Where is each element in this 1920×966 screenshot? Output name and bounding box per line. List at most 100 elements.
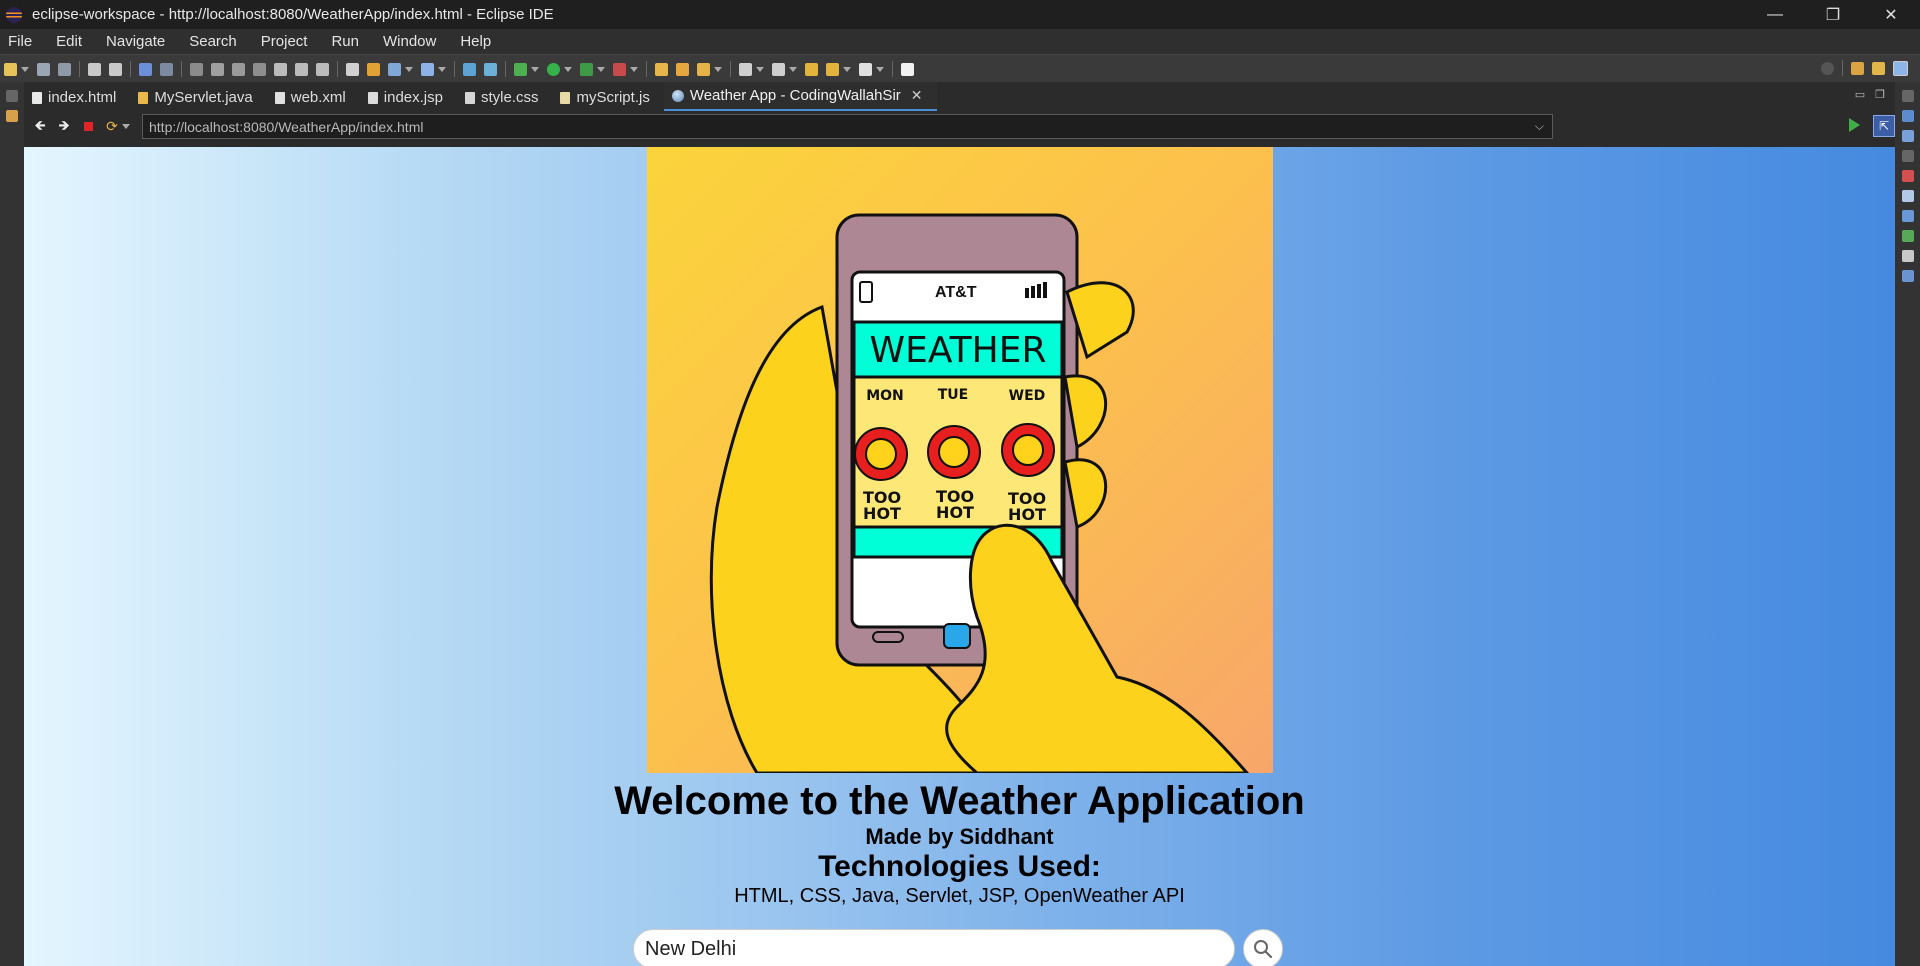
refresh-icon[interactable]: ⟳	[104, 118, 120, 134]
toggle-view-icon[interactable]	[139, 62, 152, 76]
restore-bottom-view-icon[interactable]	[1901, 150, 1914, 162]
menu-file[interactable]: File	[8, 33, 32, 50]
tab-weather-app[interactable]: Weather App - CodingWallahSir ✕	[663, 82, 937, 111]
step-into-icon[interactable]	[274, 62, 287, 76]
step-return-icon[interactable]	[316, 62, 329, 76]
tab-web-xml[interactable]: web.xml	[267, 84, 360, 111]
back-history-dropdown-icon[interactable]	[843, 66, 851, 72]
annotation-dropdown-icon[interactable]	[714, 66, 722, 72]
snippets-view-icon[interactable]	[1901, 250, 1914, 262]
new-icon[interactable]	[4, 62, 17, 76]
globe-icon[interactable]	[463, 62, 476, 76]
coverage-icon[interactable]	[580, 62, 593, 76]
back-history-icon[interactable]	[826, 62, 839, 76]
stop-icon[interactable]	[80, 120, 96, 134]
properties-view-icon[interactable]	[1901, 210, 1914, 222]
resume-icon[interactable]	[190, 62, 203, 76]
save-all-icon[interactable]	[58, 62, 71, 76]
open-type-icon[interactable]	[367, 62, 380, 76]
signal-bar	[1031, 286, 1035, 298]
menu-search[interactable]: Search	[189, 33, 237, 50]
browser-dropdown-icon[interactable]	[438, 66, 446, 72]
url-bar[interactable]: ⌵	[142, 114, 1553, 139]
search-button[interactable]	[1243, 929, 1283, 966]
close-window-button[interactable]: ✕	[1862, 0, 1920, 29]
toolbar-separator	[505, 61, 506, 77]
battery-icon	[859, 281, 873, 303]
web-perspective-icon[interactable]	[1893, 60, 1908, 76]
tab-index-html[interactable]: index.html	[24, 84, 130, 111]
servers-view-icon[interactable]	[1901, 190, 1914, 202]
phone-home-button	[943, 623, 971, 649]
menu-window[interactable]: Window	[383, 33, 436, 50]
run-dropdown-icon[interactable]	[564, 66, 572, 72]
open-perspective-icon[interactable]	[346, 62, 359, 76]
server-icon[interactable]	[388, 62, 401, 76]
step-over-icon[interactable]	[295, 62, 308, 76]
city-search-input[interactable]	[633, 929, 1235, 966]
tab-myservlet-java[interactable]: MyServlet.java	[130, 84, 266, 111]
external-tools-icon[interactable]	[613, 62, 626, 76]
pin-dropdown-icon[interactable]	[756, 66, 764, 72]
web-browser-icon[interactable]	[421, 62, 434, 76]
search-toolbar-icon[interactable]	[1821, 61, 1834, 75]
menu-run[interactable]: Run	[331, 33, 359, 50]
problems-view-icon[interactable]	[1901, 170, 1914, 182]
menu-navigate[interactable]: Navigate	[106, 33, 165, 50]
restore-right-view-icon[interactable]	[1901, 90, 1914, 102]
disconnect-icon[interactable]	[253, 62, 266, 76]
suspend-icon[interactable]	[211, 62, 224, 76]
next-annotation-icon[interactable]	[772, 62, 785, 76]
open-external-browser-icon[interactable]: ⇱	[1873, 115, 1895, 137]
forward-history-dropdown-icon[interactable]	[876, 66, 884, 72]
debug-icon[interactable]	[514, 62, 527, 76]
terminal-icon[interactable]	[901, 62, 914, 76]
tab-style-css[interactable]: style.css	[457, 84, 553, 111]
back-icon[interactable]: 🡸	[32, 117, 48, 134]
day-label-tue: TUE	[938, 387, 968, 403]
open-perspective-button-icon[interactable]	[1851, 61, 1864, 75]
web-service-icon[interactable]	[484, 62, 497, 76]
java-ee-perspective-icon[interactable]	[1872, 61, 1885, 75]
server-dropdown-icon[interactable]	[405, 66, 413, 72]
skip-breakpoints-icon[interactable]	[160, 62, 173, 76]
forward-icon[interactable]: 🡺	[56, 117, 72, 134]
url-history-dropdown-icon[interactable]: ⌵	[1535, 119, 1544, 134]
undo-icon[interactable]	[88, 62, 101, 76]
go-icon[interactable]	[1849, 118, 1860, 132]
last-edit-icon[interactable]	[805, 62, 818, 76]
open-task-icon[interactable]	[676, 62, 689, 76]
maximize-editor-icon[interactable]: ❐	[1875, 88, 1885, 101]
data-source-view-icon[interactable]	[1901, 230, 1914, 242]
save-icon[interactable]	[37, 62, 50, 76]
minimize-button[interactable]: —	[1746, 0, 1804, 29]
project-explorer-icon[interactable]	[6, 110, 18, 122]
close-tab-icon[interactable]: ✕	[911, 87, 923, 104]
new-dropdown-icon[interactable]	[21, 66, 29, 72]
pin-editor-icon[interactable]	[739, 62, 752, 76]
terminate-icon[interactable]	[232, 62, 245, 76]
debug-dropdown-icon[interactable]	[531, 66, 539, 72]
external-tools-dropdown-icon[interactable]	[630, 66, 638, 72]
forward-history-icon[interactable]	[859, 62, 872, 76]
menu-edit[interactable]: Edit	[56, 33, 82, 50]
minimize-editor-icon[interactable]: ▭	[1855, 88, 1865, 101]
redo-icon[interactable]	[109, 62, 122, 76]
url-input[interactable]	[143, 117, 1521, 136]
console-view-icon[interactable]	[1901, 270, 1914, 282]
menu-help[interactable]: Help	[460, 33, 491, 50]
menu-project[interactable]: Project	[261, 33, 308, 50]
sun-face-icon	[1012, 434, 1044, 466]
refresh-dropdown-icon[interactable]	[122, 124, 130, 129]
next-annotation-dropdown-icon[interactable]	[789, 66, 797, 72]
restore-button[interactable]: ❐	[1804, 0, 1862, 29]
task-list-icon[interactable]	[1901, 130, 1914, 142]
open-folder-icon[interactable]	[655, 62, 668, 76]
coverage-dropdown-icon[interactable]	[597, 66, 605, 72]
run-icon[interactable]	[547, 62, 560, 76]
annotation-icon[interactable]	[697, 62, 710, 76]
tab-myscript-js[interactable]: myScript.js	[552, 84, 663, 111]
tab-index-jsp[interactable]: index.jsp	[360, 84, 457, 111]
outline-view-icon[interactable]	[1901, 110, 1914, 122]
restore-view-icon[interactable]	[6, 90, 18, 102]
